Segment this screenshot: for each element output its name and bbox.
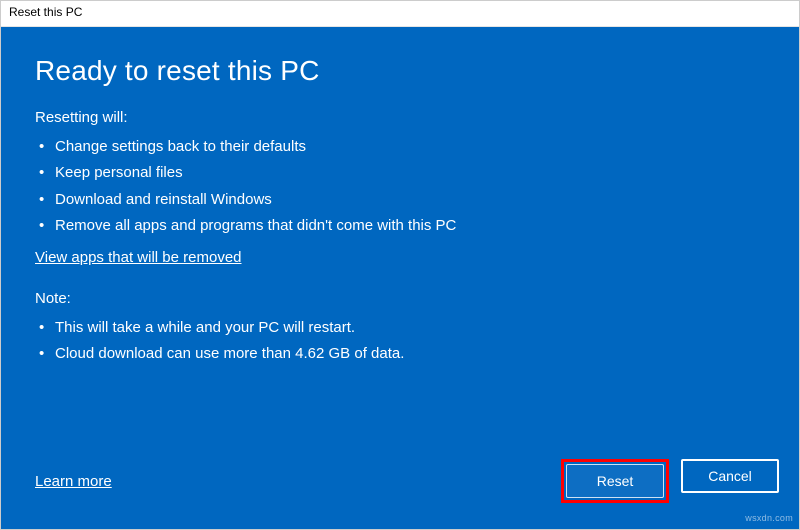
reset-button[interactable]: Reset <box>566 464 664 498</box>
list-item: Change settings back to their defaults <box>35 134 765 160</box>
window-title: Reset this PC <box>9 5 82 19</box>
footer-bar: Learn more Reset Cancel <box>35 459 779 503</box>
resetting-will-list: Change settings back to their defaults K… <box>35 134 765 239</box>
page-heading: Ready to reset this PC <box>35 55 765 87</box>
resetting-will-label: Resetting will: <box>35 109 765 126</box>
window-titlebar: Reset this PC <box>1 1 799 27</box>
reset-pc-window: Reset this PC Ready to reset this PC Res… <box>0 0 800 530</box>
list-item: Download and reinstall Windows <box>35 187 765 213</box>
list-item: This will take a while and your PC will … <box>35 315 765 341</box>
footer-buttons: Reset Cancel <box>561 459 779 503</box>
note-list: This will take a while and your PC will … <box>35 315 765 368</box>
watermark-text: wsxdn.com <box>745 513 793 523</box>
list-item: Remove all apps and programs that didn't… <box>35 213 765 239</box>
note-label: Note: <box>35 290 765 307</box>
window-content: Ready to reset this PC Resetting will: C… <box>1 27 799 529</box>
cancel-button[interactable]: Cancel <box>681 459 779 493</box>
list-item: Keep personal files <box>35 160 765 186</box>
note-section: Note: This will take a while and your PC… <box>35 290 765 378</box>
view-apps-link[interactable]: View apps that will be removed <box>35 249 765 266</box>
learn-more-link[interactable]: Learn more <box>35 473 112 490</box>
list-item: Cloud download can use more than 4.62 GB… <box>35 341 765 367</box>
reset-button-highlight: Reset <box>561 459 669 503</box>
